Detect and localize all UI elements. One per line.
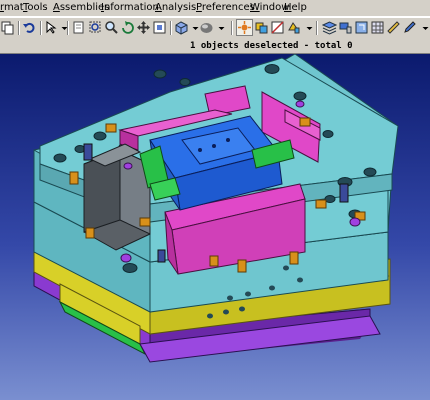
rotate-icon[interactable] bbox=[120, 20, 135, 35]
select-icon[interactable] bbox=[354, 20, 369, 35]
clip-icon[interactable] bbox=[286, 20, 301, 35]
new-sheet-icon[interactable] bbox=[71, 20, 86, 35]
fit-view-icon[interactable] bbox=[152, 20, 167, 35]
menu-bar: rmat Tools Assemblies Information Analys… bbox=[0, 0, 430, 17]
snap-icon[interactable] bbox=[236, 19, 253, 36]
menu-format[interactable]: rmat bbox=[0, 0, 24, 16]
section-icon[interactable] bbox=[270, 20, 285, 35]
chevron-down-icon[interactable] bbox=[214, 20, 225, 35]
zoom-icon[interactable] bbox=[104, 20, 119, 35]
toolbar-separator bbox=[231, 21, 233, 35]
mold-assembly-model bbox=[0, 54, 430, 400]
toolbar-separator bbox=[170, 21, 172, 35]
chevron-down-icon[interactable] bbox=[57, 20, 68, 35]
zoom-box-icon[interactable] bbox=[88, 20, 103, 35]
undo-icon[interactable] bbox=[22, 20, 37, 35]
toolbar-separator bbox=[316, 21, 318, 35]
paint-icon[interactable] bbox=[338, 20, 353, 35]
cad-application-window: rmat Tools Assemblies Information Analys… bbox=[0, 0, 430, 400]
menu-analysis[interactable]: Analysis bbox=[155, 0, 196, 16]
toolbar-separator bbox=[40, 21, 42, 35]
menu-tools[interactable]: Tools bbox=[23, 0, 48, 16]
toolbar bbox=[0, 17, 430, 40]
chevron-down-icon[interactable] bbox=[188, 20, 199, 35]
render-style-icon[interactable] bbox=[174, 20, 189, 35]
message-line: 1 objects deselected - total 0 bbox=[0, 39, 430, 54]
menu-preferences[interactable]: Preferences bbox=[196, 0, 255, 16]
menu-information[interactable]: Information bbox=[101, 0, 159, 16]
grid-icon[interactable] bbox=[370, 20, 385, 35]
shading-icon[interactable] bbox=[199, 20, 214, 35]
more-icon[interactable] bbox=[418, 20, 429, 35]
status-message: 1 objects deselected - total 0 bbox=[190, 41, 353, 51]
menu-help[interactable]: Help bbox=[284, 0, 307, 16]
layers-icon[interactable] bbox=[322, 20, 337, 35]
toolbar-separator bbox=[67, 21, 69, 35]
chevron-down-icon[interactable] bbox=[302, 20, 313, 35]
graphics-viewport[interactable] bbox=[0, 54, 430, 400]
measure-icon[interactable] bbox=[386, 20, 401, 35]
edit-icon[interactable] bbox=[402, 20, 417, 35]
copy-icon[interactable] bbox=[0, 20, 15, 35]
view-orient-icon[interactable] bbox=[254, 20, 269, 35]
toolbar-separator bbox=[18, 21, 20, 35]
pan-icon[interactable] bbox=[136, 20, 151, 35]
